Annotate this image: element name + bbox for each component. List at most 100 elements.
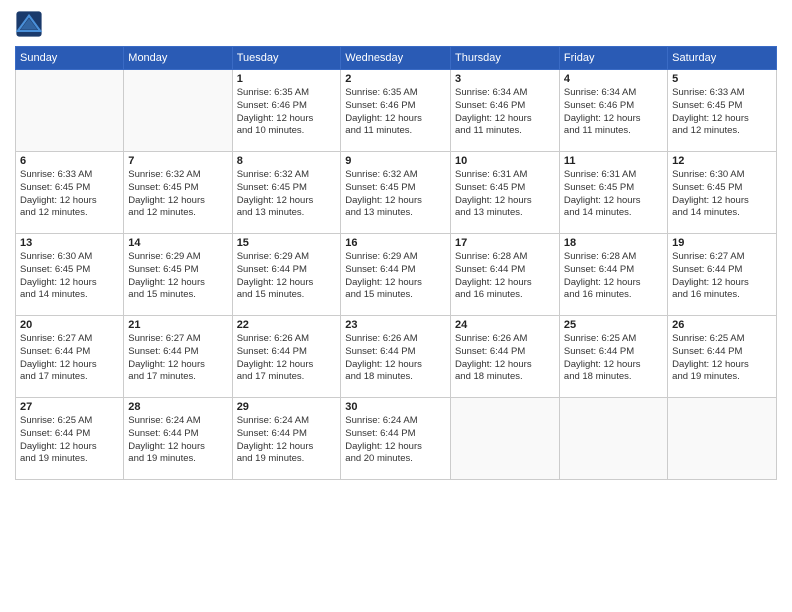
day-cell: 9Sunrise: 6:32 AM Sunset: 6:45 PM Daylig… <box>341 152 451 234</box>
day-info: Sunrise: 6:27 AM Sunset: 6:44 PM Dayligh… <box>672 251 772 302</box>
day-number: 23 <box>345 319 446 331</box>
day-info: Sunrise: 6:28 AM Sunset: 6:44 PM Dayligh… <box>455 251 555 302</box>
day-number: 2 <box>345 73 446 85</box>
day-info: Sunrise: 6:32 AM Sunset: 6:45 PM Dayligh… <box>237 169 337 220</box>
day-info: Sunrise: 6:27 AM Sunset: 6:44 PM Dayligh… <box>20 333 119 384</box>
day-number: 3 <box>455 73 555 85</box>
day-cell: 20 Sunrise: 6:27 AM Sunset: 6:44 PM Dayli… <box>16 316 124 398</box>
day-number: 6 <box>20 155 119 167</box>
day-number: 20 <box>20 319 119 331</box>
day-number: 16 <box>345 237 446 249</box>
day-number: 7 <box>128 155 227 167</box>
day-number: 27 <box>20 401 119 413</box>
day-info: Sunrise: 6:31 AM Sunset: 6:45 PM Dayligh… <box>455 169 555 220</box>
day-number: 15 <box>237 237 337 249</box>
day-info: Sunrise: 6:26 AM Sunset: 6:44 PM Dayligh… <box>237 333 337 384</box>
day-number: 1 <box>237 73 337 85</box>
day-info: Sunrise: 6:30 AM Sunset: 6:45 PM Dayligh… <box>20 251 119 302</box>
day-cell <box>668 398 777 480</box>
weekday-header-friday: Friday <box>559 47 667 70</box>
header <box>15 10 777 38</box>
week-row-4: 20 Sunrise: 6:27 AM Sunset: 6:44 PM Dayli… <box>16 316 777 398</box>
day-cell <box>124 70 232 152</box>
day-cell: 1 Sunrise: 6:35 AM Sunset: 6:46 PM Daylig… <box>232 70 341 152</box>
day-cell: 30Sunrise: 6:24 AM Sunset: 6:44 PM Dayli… <box>341 398 451 480</box>
page: SundayMondayTuesdayWednesdayThursdayFrid… <box>0 0 792 612</box>
day-info: Sunrise: 6:25 AM Sunset: 6:44 PM Dayligh… <box>564 333 663 384</box>
day-number: 18 <box>564 237 663 249</box>
day-cell: 18 Sunrise: 6:28 AM Sunset: 6:44 PM Dayli… <box>559 234 667 316</box>
day-number: 26 <box>672 319 772 331</box>
day-info: Sunrise: 6:33 AM Sunset: 6:45 PM Dayligh… <box>20 169 119 220</box>
day-info: Sunrise: 6:32 AM Sunset: 6:45 PM Dayligh… <box>128 169 227 220</box>
day-number: 21 <box>128 319 227 331</box>
weekday-header-thursday: Thursday <box>451 47 560 70</box>
weekday-header-row: SundayMondayTuesdayWednesdayThursdayFrid… <box>16 47 777 70</box>
day-info: Sunrise: 6:30 AM Sunset: 6:45 PM Dayligh… <box>672 169 772 220</box>
day-info: Sunrise: 6:27 AM Sunset: 6:44 PM Dayligh… <box>128 333 227 384</box>
day-cell: 26 Sunrise: 6:25 AM Sunset: 6:44 PM Dayli… <box>668 316 777 398</box>
day-cell: 11Sunrise: 6:31 AM Sunset: 6:45 PM Dayli… <box>559 152 667 234</box>
day-number: 22 <box>237 319 337 331</box>
day-cell <box>16 70 124 152</box>
day-number: 28 <box>128 401 227 413</box>
day-cell: 27 Sunrise: 6:25 AM Sunset: 6:44 PM Dayli… <box>16 398 124 480</box>
day-number: 30 <box>345 401 446 413</box>
day-cell: 28 Sunrise: 6:24 AM Sunset: 6:44 PM Dayli… <box>124 398 232 480</box>
day-cell: 24 Sunrise: 6:26 AM Sunset: 6:44 PM Dayli… <box>451 316 560 398</box>
day-cell: 12 Sunrise: 6:30 AM Sunset: 6:45 PM Dayli… <box>668 152 777 234</box>
day-cell: 5Sunrise: 6:33 AM Sunset: 6:45 PM Daylig… <box>668 70 777 152</box>
calendar: SundayMondayTuesdayWednesdayThursdayFrid… <box>15 46 777 480</box>
day-cell: 6 Sunrise: 6:33 AM Sunset: 6:45 PM Daylig… <box>16 152 124 234</box>
day-info: Sunrise: 6:33 AM Sunset: 6:45 PM Dayligh… <box>672 87 772 138</box>
day-info: Sunrise: 6:34 AM Sunset: 6:46 PM Dayligh… <box>455 87 555 138</box>
day-number: 17 <box>455 237 555 249</box>
day-cell: 15Sunrise: 6:29 AM Sunset: 6:44 PM Dayli… <box>232 234 341 316</box>
day-number: 12 <box>672 155 772 167</box>
day-number: 29 <box>237 401 337 413</box>
week-row-5: 27 Sunrise: 6:25 AM Sunset: 6:44 PM Dayli… <box>16 398 777 480</box>
day-cell: 17 Sunrise: 6:28 AM Sunset: 6:44 PM Dayli… <box>451 234 560 316</box>
day-info: Sunrise: 6:26 AM Sunset: 6:44 PM Dayligh… <box>455 333 555 384</box>
day-info: Sunrise: 6:29 AM Sunset: 6:45 PM Dayligh… <box>128 251 227 302</box>
day-number: 19 <box>672 237 772 249</box>
day-info: Sunrise: 6:25 AM Sunset: 6:44 PM Dayligh… <box>672 333 772 384</box>
day-number: 4 <box>564 73 663 85</box>
day-info: Sunrise: 6:28 AM Sunset: 6:44 PM Dayligh… <box>564 251 663 302</box>
day-cell: 16Sunrise: 6:29 AM Sunset: 6:44 PM Dayli… <box>341 234 451 316</box>
day-info: Sunrise: 6:25 AM Sunset: 6:44 PM Dayligh… <box>20 415 119 466</box>
day-number: 13 <box>20 237 119 249</box>
day-cell: 22 Sunrise: 6:26 AM Sunset: 6:44 PM Dayli… <box>232 316 341 398</box>
day-cell: 13 Sunrise: 6:30 AM Sunset: 6:45 PM Dayli… <box>16 234 124 316</box>
week-row-2: 6 Sunrise: 6:33 AM Sunset: 6:45 PM Daylig… <box>16 152 777 234</box>
day-cell: 10 Sunrise: 6:31 AM Sunset: 6:45 PM Dayli… <box>451 152 560 234</box>
day-info: Sunrise: 6:26 AM Sunset: 6:44 PM Dayligh… <box>345 333 446 384</box>
day-number: 10 <box>455 155 555 167</box>
weekday-header-sunday: Sunday <box>16 47 124 70</box>
day-info: Sunrise: 6:24 AM Sunset: 6:44 PM Dayligh… <box>237 415 337 466</box>
logo <box>15 10 47 38</box>
day-info: Sunrise: 6:35 AM Sunset: 6:46 PM Dayligh… <box>237 87 337 138</box>
day-number: 8 <box>237 155 337 167</box>
day-cell: 21 Sunrise: 6:27 AM Sunset: 6:44 PM Dayli… <box>124 316 232 398</box>
week-row-3: 13 Sunrise: 6:30 AM Sunset: 6:45 PM Dayli… <box>16 234 777 316</box>
day-number: 14 <box>128 237 227 249</box>
day-cell: 29 Sunrise: 6:24 AM Sunset: 6:44 PM Dayli… <box>232 398 341 480</box>
weekday-header-saturday: Saturday <box>668 47 777 70</box>
day-info: Sunrise: 6:24 AM Sunset: 6:44 PM Dayligh… <box>128 415 227 466</box>
day-cell: 4Sunrise: 6:34 AM Sunset: 6:46 PM Daylig… <box>559 70 667 152</box>
day-number: 25 <box>564 319 663 331</box>
day-number: 24 <box>455 319 555 331</box>
day-cell: 3 Sunrise: 6:34 AM Sunset: 6:46 PM Daylig… <box>451 70 560 152</box>
day-cell: 23 Sunrise: 6:26 AM Sunset: 6:44 PM Dayli… <box>341 316 451 398</box>
logo-icon <box>15 10 43 38</box>
weekday-header-wednesday: Wednesday <box>341 47 451 70</box>
day-cell: 2 Sunrise: 6:35 AM Sunset: 6:46 PM Daylig… <box>341 70 451 152</box>
day-cell: 8 Sunrise: 6:32 AM Sunset: 6:45 PM Daylig… <box>232 152 341 234</box>
day-number: 11 <box>564 155 663 167</box>
day-cell: 25 Sunrise: 6:25 AM Sunset: 6:44 PM Dayli… <box>559 316 667 398</box>
day-cell <box>451 398 560 480</box>
day-number: 9 <box>345 155 446 167</box>
day-info: Sunrise: 6:35 AM Sunset: 6:46 PM Dayligh… <box>345 87 446 138</box>
day-cell: 14 Sunrise: 6:29 AM Sunset: 6:45 PM Dayli… <box>124 234 232 316</box>
